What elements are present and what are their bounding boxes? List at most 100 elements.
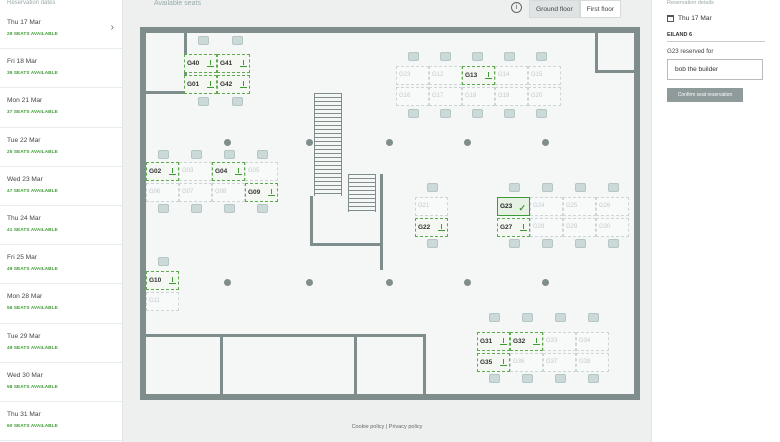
chair bbox=[232, 97, 243, 106]
day-date: Fri 18 Mar bbox=[7, 58, 38, 66]
reservation-details-panel: Reservation details Thu 17 Mar EILAND 6 … bbox=[651, 0, 780, 442]
chair bbox=[158, 204, 169, 213]
seat-g24: G24 bbox=[530, 197, 563, 216]
chair bbox=[575, 183, 586, 192]
tab-first-floor[interactable]: First floor bbox=[579, 0, 622, 18]
seat-g10[interactable]: G10 bbox=[146, 271, 179, 290]
day-item[interactable]: Thu 17 Mar 29 SEATS AVAILABLE › bbox=[0, 10, 122, 50]
day-item[interactable]: Tue 22 Mar 25 SEATS AVAILABLE bbox=[0, 128, 122, 167]
day-item[interactable]: Thu 24 Mar 41 SEATS AVAILABLE bbox=[0, 206, 122, 246]
day-date: Mon 21 Mar bbox=[7, 97, 43, 105]
seat-g08: G08 bbox=[212, 183, 245, 202]
seat-label: G09 bbox=[248, 189, 261, 196]
day-seats-count: 56 SEATS AVAILABLE bbox=[7, 305, 58, 311]
wall bbox=[354, 334, 357, 394]
chair bbox=[555, 374, 566, 383]
download-icon bbox=[500, 359, 507, 366]
seat-g23a: G23 bbox=[396, 66, 429, 85]
footer-links[interactable]: Cookie policy | Privacy policy bbox=[123, 424, 651, 430]
seat-g28: G28 bbox=[530, 218, 563, 237]
day-item[interactable]: Mon 28 Mar 56 SEATS AVAILABLE bbox=[0, 284, 122, 324]
tab-ground-floor[interactable]: Ground floor bbox=[529, 0, 580, 18]
chair bbox=[158, 257, 169, 266]
chair bbox=[608, 239, 619, 248]
wall bbox=[380, 174, 383, 270]
chair bbox=[489, 313, 500, 322]
download-icon bbox=[438, 224, 445, 231]
chair bbox=[198, 97, 209, 106]
download-icon bbox=[268, 189, 275, 196]
seat-g23-selected[interactable]: G23 ✓ bbox=[497, 197, 530, 216]
pillar bbox=[542, 279, 549, 286]
wall bbox=[310, 243, 383, 246]
seat-g35[interactable]: G35 bbox=[477, 353, 510, 372]
day-item[interactable]: Thu 31 Mar 60 SEATS AVAILABLE bbox=[0, 402, 122, 442]
floor-plan: G40 G41 G01 G42 G23 G12 G13 G14 G15 G16 … bbox=[140, 27, 640, 400]
wall bbox=[146, 91, 187, 94]
floor-tabs: Ground floor First floor bbox=[529, 0, 622, 18]
download-icon bbox=[240, 60, 247, 67]
calendar-icon bbox=[667, 15, 674, 22]
staircase bbox=[348, 174, 376, 212]
chair bbox=[522, 374, 533, 383]
seat-label: G02 bbox=[149, 168, 162, 175]
reserved-for-name-input[interactable] bbox=[667, 59, 763, 80]
download-icon bbox=[169, 168, 176, 175]
seat-g37: G37 bbox=[543, 353, 576, 372]
chair bbox=[440, 109, 451, 118]
seat-g07: G07 bbox=[179, 183, 212, 202]
day-seats-count: 58 SEATS AVAILABLE bbox=[7, 383, 58, 389]
seat-g19: G19 bbox=[495, 87, 528, 106]
pillar bbox=[306, 139, 313, 146]
seat-g41[interactable]: G41 bbox=[217, 54, 250, 73]
chair bbox=[489, 374, 500, 383]
day-seats-count: 25 SEATS AVAILABLE bbox=[7, 148, 58, 154]
seat-g42[interactable]: G42 bbox=[217, 75, 250, 94]
day-date: Tue 22 Mar bbox=[7, 136, 41, 144]
day-item[interactable]: Wed 30 Mar 58 SEATS AVAILABLE bbox=[0, 363, 122, 402]
seat-g32[interactable]: G32 bbox=[510, 332, 543, 351]
download-icon bbox=[207, 81, 214, 88]
day-date: Wed 30 Mar bbox=[7, 371, 43, 379]
download-icon bbox=[500, 338, 507, 345]
seat-g31[interactable]: G31 bbox=[477, 332, 510, 351]
seat-label: G35 bbox=[480, 359, 493, 366]
download-icon bbox=[240, 81, 247, 88]
staircase bbox=[314, 93, 342, 196]
pillar bbox=[386, 139, 393, 146]
day-date: Mon 28 Mar bbox=[7, 293, 43, 301]
day-item[interactable]: Fri 25 Mar 49 SEATS AVAILABLE bbox=[0, 245, 122, 285]
chair bbox=[575, 239, 586, 248]
chair bbox=[427, 183, 438, 192]
seat-g06: G06 bbox=[146, 183, 179, 202]
info-icon[interactable]: i bbox=[511, 2, 522, 13]
panel-header: Reservation details bbox=[667, 0, 714, 6]
seat-g13[interactable]: G13 bbox=[462, 66, 495, 85]
seat-g04[interactable]: G04 bbox=[212, 162, 245, 181]
pillar bbox=[542, 139, 549, 146]
chair bbox=[191, 204, 202, 213]
seat-g38: G38 bbox=[576, 353, 609, 372]
wall bbox=[423, 334, 426, 394]
day-item[interactable]: Fri 18 Mar 39 SEATS AVAILABLE bbox=[0, 49, 122, 89]
chair bbox=[588, 374, 599, 383]
seat-g22[interactable]: G22 bbox=[415, 218, 448, 237]
day-item[interactable]: Mon 21 Mar 37 SEATS AVAILABLE bbox=[0, 88, 122, 128]
day-item[interactable]: Wed 23 Mar 47 SEATS AVAILABLE bbox=[0, 167, 122, 206]
room-name: EILAND 6 bbox=[667, 32, 765, 42]
seat-g11: G11 bbox=[146, 292, 179, 311]
confirm-reservation-button[interactable]: Confirm seat reservation bbox=[667, 88, 743, 102]
seat-g09[interactable]: G09 bbox=[245, 183, 278, 202]
seat-label: G27 bbox=[500, 224, 513, 231]
seat-g27[interactable]: G27 bbox=[497, 218, 530, 237]
pillar bbox=[464, 139, 471, 146]
chair bbox=[257, 204, 268, 213]
seat-g34: G34 bbox=[576, 332, 609, 351]
day-item[interactable]: Tue 29 Mar 49 SEATS AVAILABLE bbox=[0, 324, 122, 363]
chair bbox=[536, 109, 547, 118]
seat-g40[interactable]: G40 bbox=[184, 54, 217, 73]
chevron-right-icon: › bbox=[110, 22, 114, 33]
seat-g05: G05 bbox=[245, 162, 278, 181]
seat-g01[interactable]: G01 bbox=[184, 75, 217, 94]
seat-g02[interactable]: G02 bbox=[146, 162, 179, 181]
